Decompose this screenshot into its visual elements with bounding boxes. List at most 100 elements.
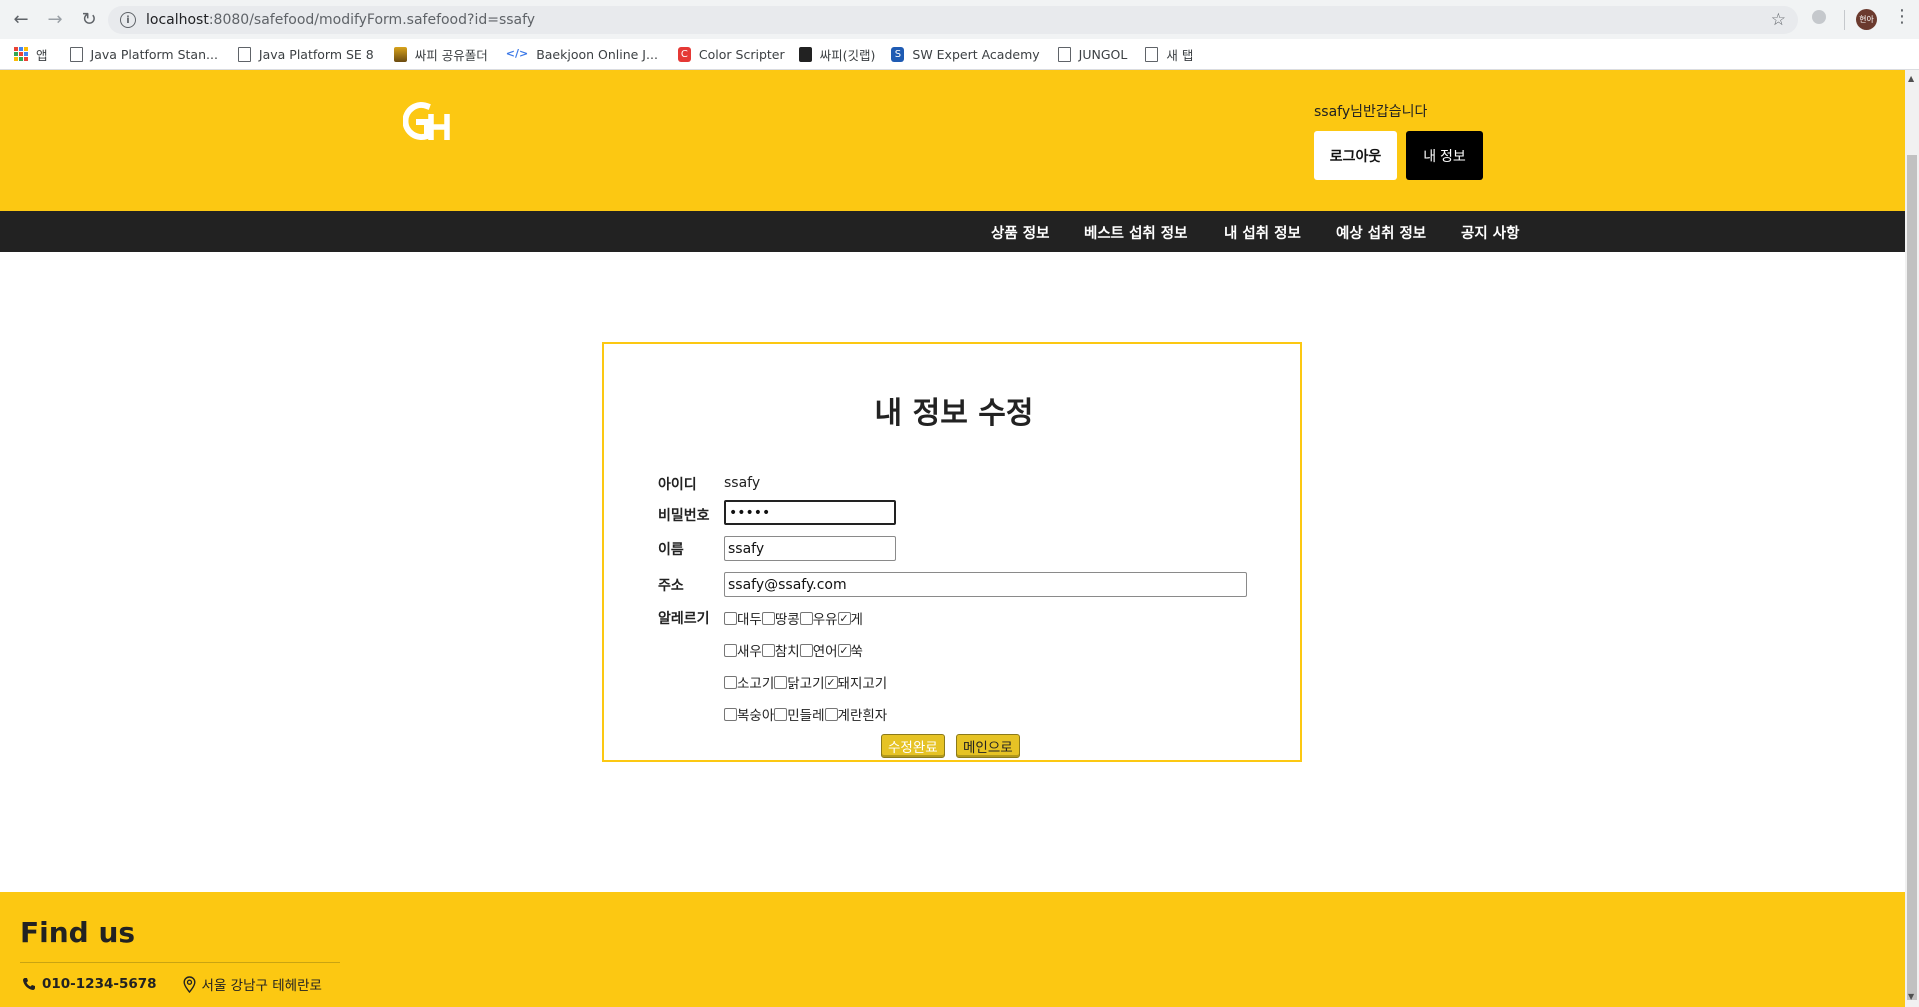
page-icon	[237, 46, 251, 62]
allergy-checkbox-pork[interactable]: ✓	[824, 675, 838, 689]
allergy-option-label: 민들레	[787, 708, 825, 724]
reload-icon[interactable]: ↻	[76, 7, 102, 33]
footer-divider	[20, 962, 340, 963]
back-icon[interactable]: ←	[8, 7, 34, 33]
bookmark-swea[interactable]: S SW Expert Academy	[891, 46, 1040, 62]
allergy-option-label: 연어	[812, 644, 838, 660]
allergy-checkbox-shrimp[interactable]	[724, 643, 737, 657]
logout-button[interactable]: 로그아웃	[1314, 131, 1397, 180]
scrollbar-thumb[interactable]	[1907, 155, 1917, 1000]
bookmark-label: SW Expert Academy	[912, 46, 1040, 62]
allergy-checkbox-milk[interactable]	[799, 611, 813, 625]
browser-toolbar: ← → ↻ i localhost:8080/safefood/modifyFo…	[0, 0, 1919, 39]
allergy-checkbox-tuna[interactable]	[761, 643, 775, 657]
gitlab-icon	[798, 46, 812, 62]
page-scrollbar[interactable]: ▲ ▼	[1905, 70, 1919, 1007]
main-nav: 상품 정보 베스트 섭취 정보 내 섭취 정보 예상 섭취 정보 공지 사항	[0, 211, 1905, 252]
allergy-checkbox-beef[interactable]	[724, 675, 737, 689]
browser-menu-icon[interactable]: ⋮	[1893, 8, 1911, 26]
submit-button[interactable]: 수정완료	[881, 734, 945, 758]
id-value: ssafy	[724, 475, 761, 491]
footer-title: Find us	[20, 916, 136, 949]
allergy-checkbox-soybean[interactable]	[724, 611, 737, 625]
allergy-option-label: 땅콩	[774, 612, 800, 628]
allergy-option-label: 새우	[737, 644, 762, 660]
password-field[interactable]	[724, 500, 896, 525]
address-field[interactable]	[724, 572, 1247, 597]
bookmark-new-tab[interactable]: 새 탭	[1145, 45, 1193, 64]
bookmark-apps[interactable]: 앱	[14, 45, 48, 64]
apps-icon	[14, 47, 28, 61]
forward-icon[interactable]: →	[42, 7, 68, 33]
bookmark-ssafy-share[interactable]: 싸피 공유폴더	[393, 45, 488, 64]
bookmark-java-platform-se8[interactable]: Java Platform SE 8	[237, 46, 374, 62]
allergy-option-label: 게	[850, 612, 863, 628]
phone-icon	[23, 978, 35, 990]
address-bar[interactable]: i localhost:8080/safefood/modifyForm.saf…	[108, 6, 1798, 34]
address-label: 주소	[658, 578, 684, 594]
allergy-option-label: 닭고기	[787, 676, 825, 692]
folder-icon	[393, 46, 407, 62]
edit-profile-card: 내 정보 수정 아이디 ssafy 비밀번호 이름 주소 알레르기 대두 땅콩 …	[602, 342, 1302, 762]
bookmark-ssafy-gitlab[interactable]: 싸피(깃랩)	[798, 45, 875, 64]
scroll-up-icon[interactable]: ▲	[1908, 74, 1914, 83]
allergy-checkbox-peanut[interactable]	[761, 611, 775, 625]
greeting-text: ssafy님반갑습니다	[1314, 104, 1428, 120]
site-logo[interactable]	[403, 100, 453, 142]
code-icon: </>	[505, 46, 529, 60]
allergy-checkbox-mugwort[interactable]: ✓	[837, 643, 851, 657]
allergy-checkbox-chicken[interactable]	[774, 675, 788, 689]
password-label: 비밀번호	[658, 508, 710, 524]
bookmarks-bar: 앱 Java Platform Stan... Java Platform SE…	[0, 39, 1919, 70]
bookmark-label: JUNGOL	[1078, 46, 1128, 62]
allergy-row: 복숭아 민들레 계란흰자	[724, 704, 887, 724]
nav-item-best-intake[interactable]: 베스트 섭취 정보	[1084, 222, 1187, 243]
myinfo-button[interactable]: 내 정보	[1406, 131, 1483, 180]
allergy-checkbox-salmon[interactable]	[799, 643, 813, 657]
page-icon	[1057, 46, 1071, 62]
bookmark-label: 싸피 공유폴더	[414, 47, 488, 63]
page-icon	[1145, 46, 1159, 62]
name-field[interactable]	[724, 536, 896, 561]
extension-icon[interactable]	[1812, 10, 1826, 24]
allergy-checkbox-egg-white[interactable]	[824, 707, 838, 721]
allergy-option-label: 계란흰자	[837, 708, 888, 724]
footer-address: 서울 강남구 테헤란로	[201, 978, 322, 994]
footer-contact: 010-1234-5678 서울 강남구 테헤란로	[22, 974, 322, 994]
page-title: 내 정보 수정	[874, 396, 1034, 431]
bookmark-baekjoon[interactable]: </> Baekjoon Online J...	[506, 47, 658, 62]
allergy-option-label: 돼지고기	[837, 676, 888, 692]
footer-phone: 010-1234-5678	[42, 976, 157, 992]
allergy-row: 대두 땅콩 우유 ✓ 게	[724, 608, 863, 628]
allergy-option-label: 대두	[737, 612, 762, 628]
to-main-button[interactable]: 메인으로	[956, 734, 1020, 758]
page-viewport: ssafy님반갑습니다 로그아웃 내 정보 상품 정보 베스트 섭취 정보 내 …	[0, 70, 1905, 1007]
site-footer: Find us 010-1234-5678 서울 강남구 테헤란로	[0, 892, 1905, 1007]
page-icon	[69, 46, 83, 62]
nav-item-my-intake[interactable]: 내 섭취 정보	[1224, 222, 1301, 243]
bookmark-label: Java Platform SE 8	[258, 46, 374, 62]
allergy-checkbox-crab[interactable]: ✓	[837, 611, 851, 625]
id-label: 아이디	[658, 477, 697, 493]
allergy-label: 알레르기	[658, 611, 710, 627]
location-pin-icon	[183, 975, 196, 993]
scroll-down-icon[interactable]: ▼	[1908, 992, 1914, 1001]
nav-item-expected-intake[interactable]: 예상 섭취 정보	[1336, 222, 1426, 243]
allergy-option-label: 소고기	[737, 676, 775, 692]
bookmark-jungol[interactable]: JUNGOL	[1057, 46, 1128, 62]
bookmark-java-platform-stan[interactable]: Java Platform Stan...	[69, 46, 218, 62]
bookmark-star-icon[interactable]: ☆	[1771, 10, 1786, 30]
bookmark-color-scripter[interactable]: C Color Scripter	[677, 46, 785, 62]
nav-item-notice[interactable]: 공지 사항	[1461, 222, 1519, 243]
allergy-option-label: 쑥	[850, 644, 863, 660]
name-label: 이름	[658, 542, 684, 558]
nav-item-product-info[interactable]: 상품 정보	[991, 222, 1049, 243]
allergy-row: 새우 참치 연어 ✓ 쑥	[724, 640, 863, 660]
allergy-checkbox-dandelion[interactable]	[774, 707, 788, 721]
url-host: localhost	[146, 12, 209, 28]
site-info-icon[interactable]: i	[120, 12, 136, 28]
profile-avatar[interactable]: 현아	[1856, 9, 1877, 30]
url-path: :8080/safefood/modifyForm.safefood?id=ss…	[208, 12, 536, 28]
allergy-option-label: 참치	[774, 644, 800, 660]
allergy-checkbox-peach[interactable]	[724, 707, 737, 721]
